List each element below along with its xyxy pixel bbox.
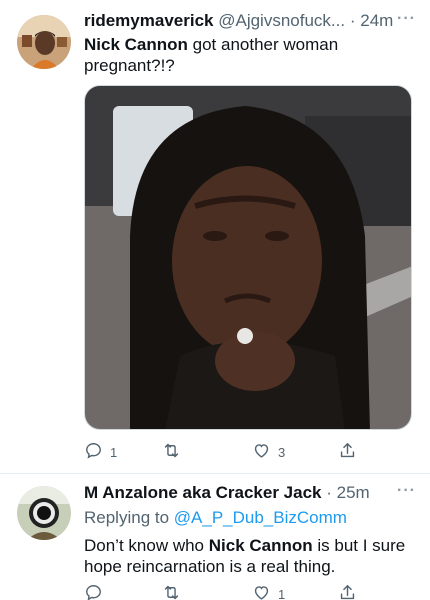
avatar[interactable] bbox=[17, 486, 71, 540]
replying-to: Replying to @A_P_Dub_BizComm bbox=[84, 508, 347, 528]
like-count: 3 bbox=[278, 444, 286, 460]
reply-count: 1 bbox=[110, 444, 118, 460]
tweet-image[interactable] bbox=[84, 85, 412, 430]
like-icon bbox=[252, 583, 271, 600]
retweet-button[interactable] bbox=[162, 583, 188, 600]
reply-button[interactable]: 1 bbox=[84, 441, 117, 463]
tweet-text: Nick Cannon got another woman pregnant?!… bbox=[84, 34, 412, 76]
replying-to-link[interactable]: @A_P_Dub_BizComm bbox=[174, 508, 347, 527]
user-handle[interactable]: @Ajgivsnofuck... bbox=[218, 11, 345, 30]
display-name[interactable]: M Anzalone aka Cracker Jack bbox=[84, 483, 322, 502]
like-button[interactable]: 3 bbox=[252, 441, 285, 463]
mention-name: Nick Cannon bbox=[208, 536, 313, 555]
tweet-header: ridemymaverick @Ajgivsnofuck... · 24m ··… bbox=[84, 9, 416, 31]
retweet-button[interactable] bbox=[162, 441, 188, 463]
reply-button[interactable] bbox=[84, 583, 110, 600]
replying-prefix: Replying to bbox=[84, 508, 174, 527]
retweet-icon bbox=[162, 583, 181, 600]
share-button[interactable] bbox=[338, 441, 357, 463]
display-name[interactable]: ridemymaverick bbox=[84, 11, 213, 30]
share-button[interactable] bbox=[338, 583, 357, 600]
retweet-icon bbox=[162, 441, 181, 463]
tweet-actions: 1 3 bbox=[84, 441, 384, 463]
tweet[interactable]: M Anzalone aka Cracker Jack · 25m ··· Re… bbox=[0, 475, 430, 600]
tweet-text-pre: Don’t know who bbox=[84, 536, 209, 555]
tweet-actions: 1 bbox=[84, 583, 384, 600]
separator-dot: · bbox=[349, 11, 356, 30]
like-icon bbox=[252, 441, 271, 463]
mention-name: Nick Cannon bbox=[84, 35, 188, 54]
tweet-header: M Anzalone aka Cracker Jack · 25m ··· bbox=[84, 481, 416, 503]
separator-dot: · bbox=[326, 483, 332, 502]
more-options-icon[interactable]: ··· bbox=[397, 9, 416, 29]
reply-icon bbox=[84, 583, 103, 600]
reply-icon bbox=[84, 441, 103, 463]
timestamp[interactable]: 24m bbox=[360, 11, 393, 30]
tweet-text: Don’t know who Nick Cannon is but I sure… bbox=[84, 535, 412, 577]
like-button[interactable]: 1 bbox=[252, 583, 285, 600]
tweet[interactable]: ridemymaverick @Ajgivsnofuck... · 24m ··… bbox=[0, 0, 430, 474]
share-icon bbox=[338, 441, 357, 463]
more-options-icon[interactable]: ··· bbox=[397, 481, 416, 501]
timestamp[interactable]: 25m bbox=[337, 483, 370, 502]
like-count: 1 bbox=[278, 586, 286, 600]
avatar[interactable] bbox=[17, 15, 71, 69]
share-icon bbox=[338, 583, 357, 600]
